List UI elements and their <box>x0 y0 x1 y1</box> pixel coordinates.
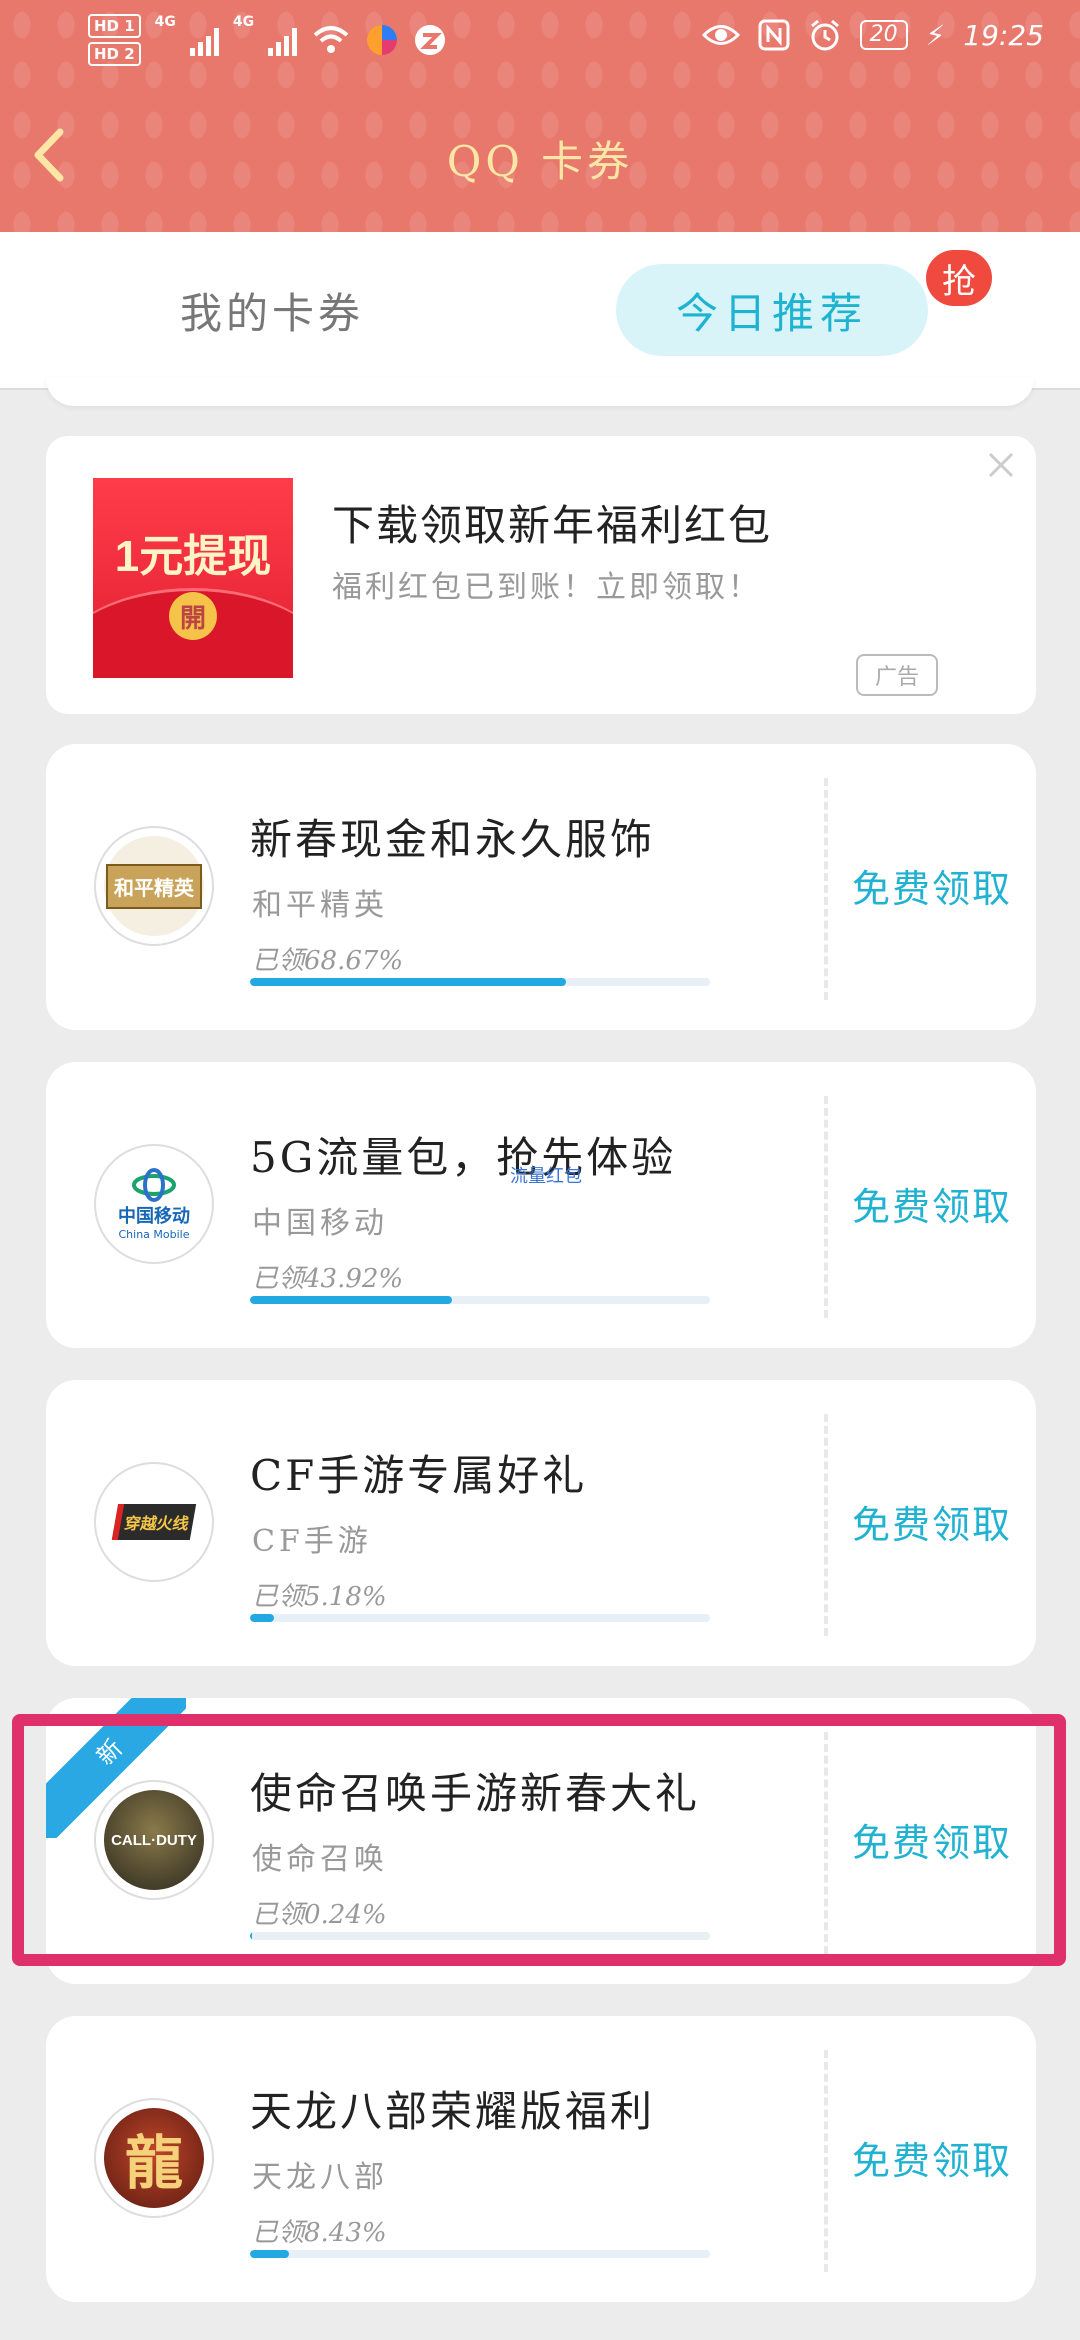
nfc-icon <box>758 19 790 51</box>
coupon-card[interactable]: 中国移动 China Mobile 5G流量包，抢先体验 中国移动 已领43.9… <box>46 1062 1036 1348</box>
battery-level: 20 <box>859 20 908 50</box>
signal-icon <box>189 24 219 56</box>
close-icon[interactable] <box>984 448 1018 482</box>
dashed-divider <box>824 1732 828 1954</box>
network-type-1: 4G <box>154 14 176 30</box>
free-claim-button[interactable]: 免费领取 <box>852 1176 1012 1231</box>
free-claim-button[interactable]: 免费领取 <box>852 858 1012 913</box>
ad-subtitle: 福利红包已到账！立即领取！ <box>332 570 761 605</box>
logo-text: 中国移动 <box>118 1205 190 1227</box>
eye-icon <box>701 25 740 45</box>
progress-track <box>250 1614 710 1622</box>
progress-fill <box>250 2250 289 2258</box>
page-title: QQ 卡券 <box>446 137 634 186</box>
hd2-label: HD 2 <box>88 42 141 66</box>
progress-fill <box>250 978 566 986</box>
coupon-title: 新春现金和永久服饰 <box>250 815 656 864</box>
claimed-percent: 已领43.92% <box>252 1264 404 1294</box>
ad-image-text: 1元提现 <box>114 532 272 581</box>
dashed-divider <box>824 2050 828 2272</box>
cf-logo: 穿越火线 <box>94 1462 214 1582</box>
progress-track <box>250 1296 710 1304</box>
ad-tag: 广告 <box>856 654 938 696</box>
coupon-source: 中国移动 <box>252 1206 388 1241</box>
ad-image-coin: 開 <box>169 592 217 640</box>
app-icon <box>415 25 446 55</box>
coupon-title: 天龙八部荣耀版福利 <box>250 2087 656 2136</box>
coupon-card[interactable]: 穿越火线 CF手游专属好礼 CF手游 已领5.18% 免费领取 <box>46 1380 1036 1666</box>
progress-fill <box>250 1296 453 1304</box>
claimed-percent: 已领5.18% <box>252 1582 387 1612</box>
signal-icon <box>268 24 298 56</box>
dashed-divider <box>824 1414 828 1636</box>
coupon-source: 使命召唤 <box>252 1842 388 1877</box>
free-claim-button[interactable]: 免费领取 <box>852 1494 1012 1549</box>
network-type-2: 4G <box>232 14 255 30</box>
hd1-label: HD 1 <box>88 14 141 38</box>
progress-track <box>250 2250 710 2258</box>
progress-fill <box>250 1614 274 1622</box>
tianlong-logo: 龍 <box>94 2098 214 2218</box>
status-bar: HD 1 HD 2 4G 4G 20 ⚡ 19:25 <box>0 0 1080 80</box>
red-envelope-image: 1元提现 開 <box>93 478 293 678</box>
clock: 19:25 <box>963 18 1044 52</box>
tab-my-coupons[interactable]: 我的卡券 <box>180 280 364 341</box>
alarm-icon <box>810 19 839 51</box>
china-mobile-logo: 中国移动 China Mobile <box>94 1144 214 1264</box>
china-mobile-icon <box>132 1167 176 1202</box>
ad-title: 下载领取新年福利红包 <box>332 501 773 550</box>
peace-elite-logo: 和平精英 <box>104 836 204 936</box>
progress-track <box>250 978 710 986</box>
dashed-divider <box>824 1096 828 1318</box>
dashed-divider <box>824 778 828 1000</box>
logo-text: 穿越火线 <box>111 1504 197 1540</box>
coupon-card[interactable]: 龍 天龙八部荣耀版福利 天龙八部 已领8.43% 免费领取 <box>46 2016 1036 2302</box>
coupon-card[interactable]: 和平精英 新春现金和永久服饰 和平精英 已领68.67% 免费领取 <box>46 744 1036 1030</box>
progress-fill <box>250 1932 253 1940</box>
coupon-source: CF手游 <box>252 1524 372 1559</box>
logo-text: 龍 <box>124 2129 183 2197</box>
logo-text: CALL·DUTY <box>111 1831 197 1849</box>
app-color-icon <box>367 25 398 55</box>
logo-text-en: China Mobile <box>118 1227 190 1241</box>
hd-indicator: HD 1 HD 2 <box>88 14 141 66</box>
game-logo: 和平精英 <box>94 826 214 946</box>
logo-text: 和平精英 <box>106 863 202 909</box>
coupon-title: 使命召唤手游新春大礼 <box>250 1769 701 1818</box>
grab-badge: 抢 <box>926 250 992 306</box>
cod-logo: CALL·DUTY <box>94 1780 214 1900</box>
wifi-icon <box>313 26 349 53</box>
ad-card[interactable]: 1元提现 開 下载领取新年福利红包 福利红包已到账！立即领取！ 广告 <box>46 436 1036 714</box>
claimed-percent: 已领8.43% <box>252 2218 387 2248</box>
coupon-title: CF手游专属好礼 <box>250 1451 588 1500</box>
coupon-source: 和平精英 <box>252 888 388 923</box>
claimed-percent: 已领68.67% <box>252 946 404 976</box>
tab-bar: 我的卡券 今日推荐 抢 <box>0 232 1080 390</box>
free-claim-button[interactable]: 免费领取 <box>852 1812 1012 1867</box>
charging-icon: ⚡ <box>925 18 946 52</box>
tab-today-recommend[interactable]: 今日推荐 <box>616 264 928 356</box>
floating-label: 流量红包 <box>510 1166 582 1187</box>
coupon-source: 天龙八部 <box>252 2160 388 2195</box>
coupon-title: 5G流量包，抢先体验 <box>250 1133 677 1182</box>
previous-card-edge <box>46 378 1034 406</box>
coupon-card[interactable]: 新 CALL·DUTY 使命召唤手游新春大礼 使命召唤 已领0.24% 免费领取 <box>46 1698 1036 1984</box>
free-claim-button[interactable]: 免费领取 <box>852 2130 1012 2185</box>
header-bar: HD 1 HD 2 4G 4G 20 ⚡ 19:25 QQ 卡券 <box>0 0 1080 232</box>
progress-track <box>250 1932 710 1940</box>
claimed-percent: 已领0.24% <box>252 1900 387 1930</box>
